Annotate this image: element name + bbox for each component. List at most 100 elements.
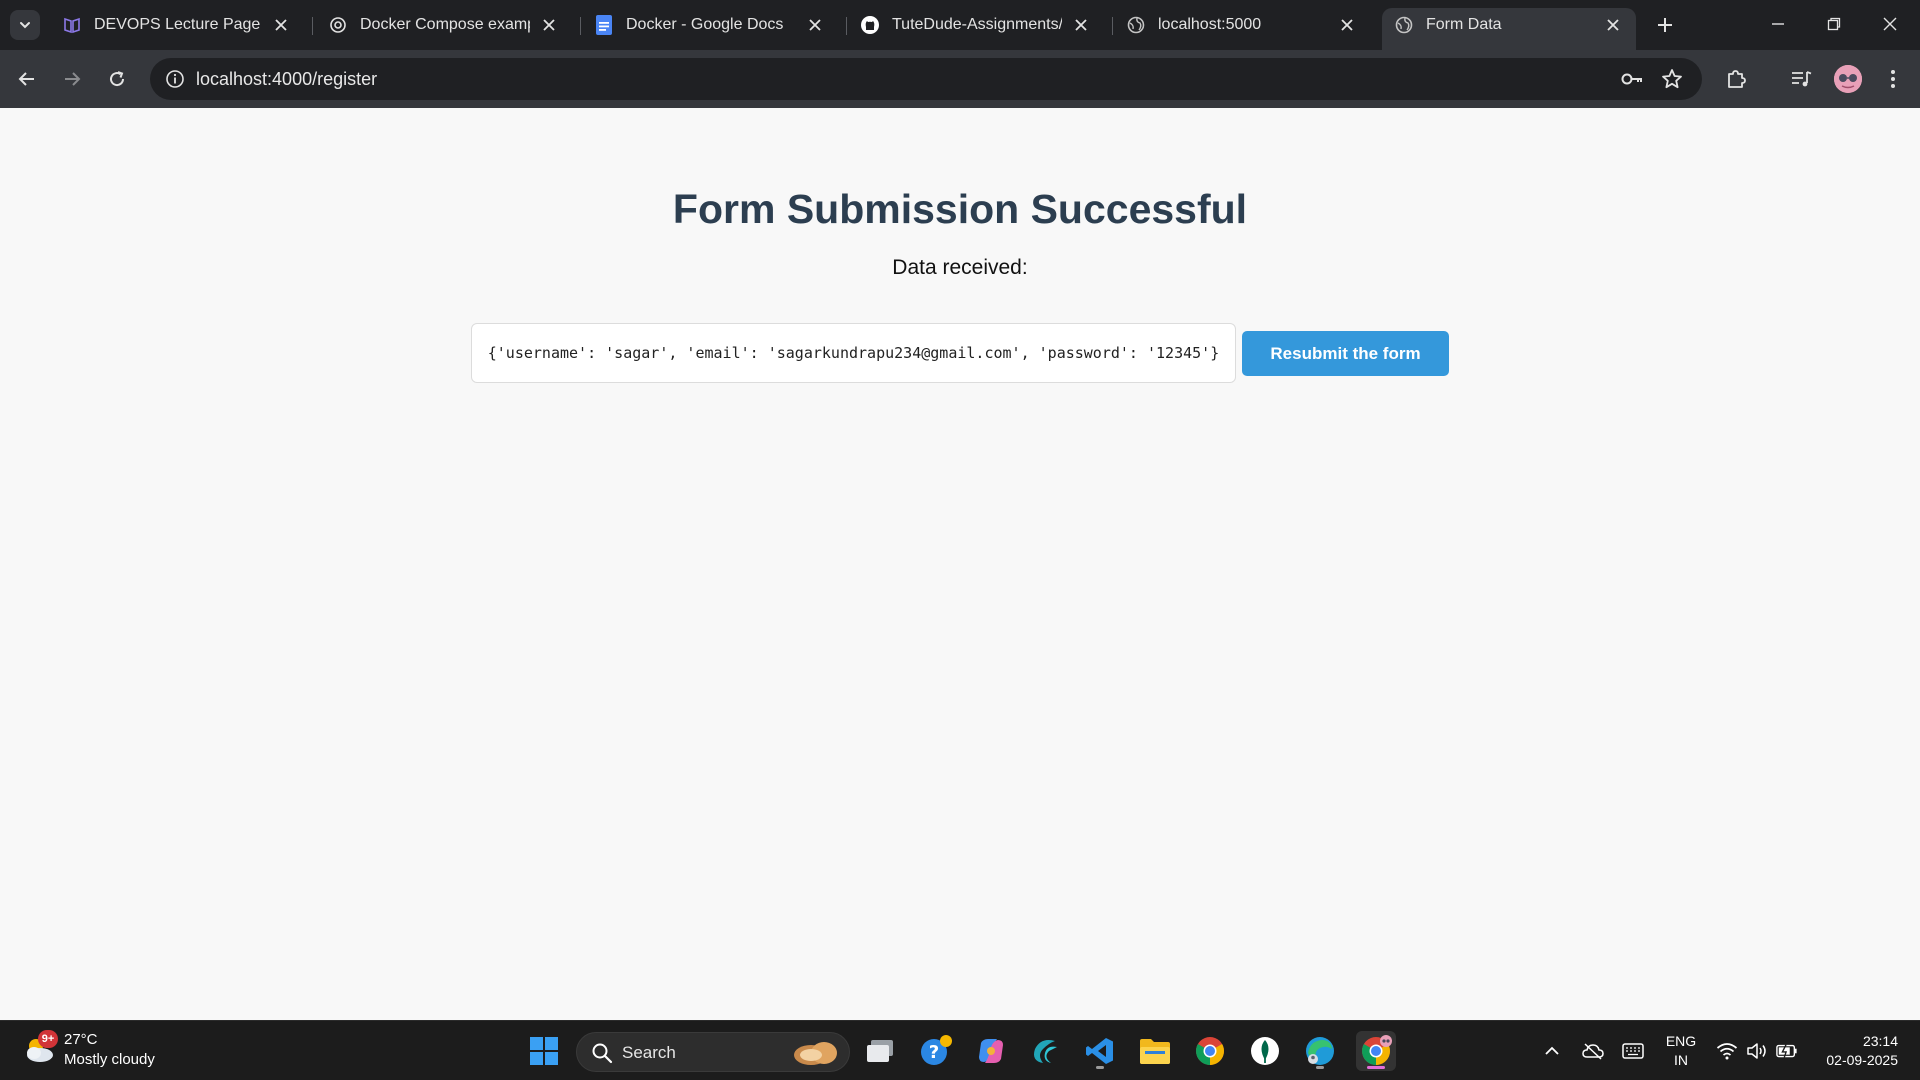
onedrive-tray-icon[interactable] [1582, 1040, 1604, 1062]
tab-title: localhost:5000 [1158, 16, 1262, 33]
search-highlight-icon [794, 1042, 837, 1065]
network-tray-icon[interactable] [1716, 1040, 1738, 1062]
more-vertical-icon [1891, 70, 1895, 88]
chevron-up-icon [1545, 1046, 1559, 1055]
close-icon [1883, 17, 1897, 31]
plus-icon [1658, 18, 1672, 32]
close-icon[interactable] [804, 14, 826, 36]
input-language-indicator[interactable]: ENG IN [1664, 1032, 1698, 1070]
weather-description: Mostly cloudy [64, 1051, 155, 1068]
chrome-icon [1196, 1037, 1224, 1065]
help-icon: ? [921, 1035, 952, 1065]
running-indicator [1316, 1066, 1324, 1069]
tab-github[interactable]: TuteDude-Assignments/As [848, 8, 1104, 42]
close-icon[interactable] [1602, 14, 1624, 36]
tab-separator [1112, 17, 1113, 35]
restore-button[interactable] [1806, 0, 1862, 48]
tab-docker-compose[interactable]: Docker Compose example [316, 8, 572, 42]
cloud-offline-icon [1582, 1043, 1604, 1060]
tab-title: Docker - Google Docs [626, 16, 784, 33]
battery-charging-icon [1776, 1044, 1797, 1058]
puzzle-icon [1728, 70, 1746, 88]
globe-icon [1394, 15, 1414, 35]
folder-icon [1140, 1039, 1170, 1064]
resubmit-form-button[interactable]: Resubmit the form [1242, 331, 1449, 376]
chrome-icon [1362, 1035, 1392, 1065]
bookmark-star-icon[interactable] [1660, 67, 1684, 91]
browser-toolbar: localhost:4000/register [0, 50, 1920, 108]
close-icon[interactable] [1336, 14, 1358, 36]
running-indicator [1367, 1066, 1385, 1069]
close-icon[interactable] [538, 14, 560, 36]
wifi-icon [1716, 1043, 1738, 1060]
info-icon[interactable] [160, 64, 190, 94]
extensions-button[interactable] [1722, 65, 1750, 93]
battery-tray-icon[interactable] [1776, 1040, 1798, 1062]
tab-title: TuteDude-Assignments/As [892, 16, 1062, 33]
browser-menu-button[interactable] [1879, 65, 1907, 93]
clock-date: 02-09-2025 [1826, 1052, 1898, 1068]
taskbar-search[interactable]: Search [576, 1032, 850, 1072]
minimize-button[interactable] [1750, 0, 1806, 48]
region-code: IN [1674, 1052, 1688, 1068]
arrow-right-icon [65, 72, 81, 86]
taskbar-vscode[interactable] [1080, 1031, 1120, 1071]
tab-google-docs[interactable]: Docker - Google Docs [582, 8, 838, 42]
show-hidden-icons-button[interactable] [1541, 1040, 1563, 1062]
profile-avatar[interactable] [1834, 65, 1862, 93]
windows-logo-icon [530, 1037, 558, 1065]
edge-profile-icon [1306, 1037, 1334, 1065]
weather-temperature: 27°C [64, 1031, 98, 1048]
tab-strip: DEVOPS Lecture Page Docker Compose examp… [0, 0, 1920, 50]
copilot-icon [979, 1039, 1003, 1063]
search-label: Search [622, 1043, 676, 1062]
arrow-left-icon [18, 72, 34, 86]
tab-title: DEVOPS Lecture Page [94, 16, 261, 33]
notification-badge: 9+ [38, 1030, 58, 1048]
data-received-label: Data received: [892, 256, 1028, 279]
forward-button[interactable] [57, 64, 87, 94]
start-button[interactable] [524, 1031, 564, 1071]
taskbar-arc-app[interactable] [1025, 1031, 1065, 1071]
taskbar-mongodb-compass[interactable] [1245, 1031, 1285, 1071]
speaker-icon [1747, 1043, 1766, 1059]
avatar-icon [1834, 65, 1862, 93]
keyboard-tray-icon[interactable] [1622, 1040, 1644, 1062]
tab-form-data[interactable]: Form Data [1382, 8, 1636, 50]
reload-icon [110, 71, 125, 87]
taskbar-chrome-profile[interactable] [1356, 1031, 1396, 1071]
taskbar-file-explorer[interactable] [1135, 1031, 1175, 1071]
mongodb-leaf-icon [1251, 1037, 1279, 1065]
back-button[interactable] [12, 64, 42, 94]
page-title: Form Submission Successful [672, 186, 1248, 232]
tab-search-button[interactable] [10, 10, 40, 40]
tab-localhost-5000[interactable]: localhost:5000 [1114, 8, 1370, 42]
close-window-button[interactable] [1862, 0, 1918, 48]
tab-separator [312, 17, 313, 35]
new-tab-button[interactable] [1652, 12, 1678, 38]
page-content: Form Submission Successful Data received… [0, 108, 1920, 1020]
tab-title: Docker Compose example [360, 16, 530, 33]
reload-button[interactable] [102, 64, 132, 94]
svg-text:?: ? [929, 1042, 939, 1063]
minimize-icon [1772, 23, 1784, 25]
taskbar-get-help[interactable]: ? [916, 1031, 956, 1071]
url-text[interactable]: localhost:4000/register [196, 58, 377, 100]
volume-tray-icon[interactable] [1746, 1040, 1768, 1062]
tab-title: Form Data [1426, 16, 1502, 33]
clock-time: 23:14 [1862, 1033, 1898, 1049]
taskbar-chrome[interactable] [1190, 1031, 1230, 1071]
close-icon[interactable] [1070, 14, 1092, 36]
taskbar-task-view[interactable] [860, 1031, 900, 1071]
tab-devops-lecture[interactable]: DEVOPS Lecture Page [50, 8, 304, 42]
taskbar-copilot[interactable] [971, 1031, 1011, 1071]
media-control-button[interactable] [1787, 65, 1815, 93]
globe-icon [1126, 15, 1146, 35]
close-icon[interactable] [270, 14, 292, 36]
system-clock[interactable]: 23:14 02-09-2025 [1808, 1032, 1898, 1070]
address-bar[interactable]: localhost:4000/register [150, 58, 1702, 100]
task-view-icon [867, 1040, 893, 1062]
key-icon[interactable] [1620, 67, 1644, 91]
taskbar-edge[interactable] [1300, 1031, 1340, 1071]
playlist-music-icon [1792, 71, 1812, 87]
